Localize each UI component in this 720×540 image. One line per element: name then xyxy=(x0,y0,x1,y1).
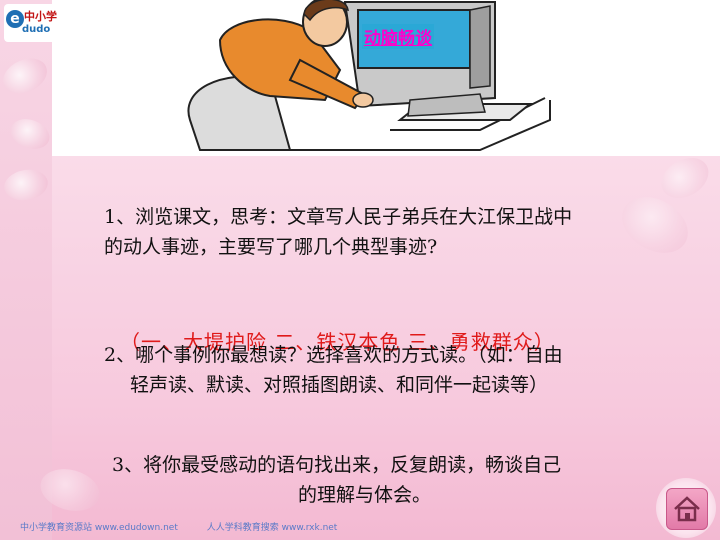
site-logo[interactable]: e 中小学 dudo xyxy=(4,4,58,42)
question-1-line-2: 的动人事迹，主要写了哪几个典型事迹? xyxy=(104,236,438,258)
question-2-line-1: 2、哪个事例你最想读？选择喜欢的方式读。（如：自由 xyxy=(104,344,563,366)
title-link-dongnao-changtan[interactable]: 动脑畅谈 xyxy=(362,24,434,49)
footer-link-edudown[interactable]: 中小学教育资源站 www.edudown.net xyxy=(20,523,178,533)
question-3-line-2: 的理解与体会。 xyxy=(298,484,432,506)
question-2-line-2: 轻声读、默读、对照插图朗读、和同伴一起读等） xyxy=(130,374,549,396)
question-1-line-1: 1、浏览课文，思考：文章写人民子弟兵在大江保卫战中 xyxy=(104,206,573,228)
logo-cn-text: 中小学 xyxy=(24,10,57,23)
footer: 中小学教育资源站 www.edudown.net 人人学科教育搜索 www.rx… xyxy=(20,520,363,533)
computer-user-illustration xyxy=(187,0,551,151)
petal-decoration xyxy=(612,185,698,265)
slide: e 中小学 dudo 动脑畅谈 1、浏览课文，思考：文章写人民子弟兵在大江保卫战… xyxy=(0,0,720,540)
question-3-line-1: 3、将你最受感动的语句找出来，反复朗读，畅谈自己 xyxy=(112,454,562,476)
home-button[interactable] xyxy=(666,488,708,530)
home-icon xyxy=(674,496,700,522)
petal-decoration xyxy=(654,149,716,207)
logo-en-text: dudo xyxy=(22,24,51,35)
footer-link-rxk[interactable]: 人人学科教育搜索 www.rxk.net xyxy=(207,523,338,533)
